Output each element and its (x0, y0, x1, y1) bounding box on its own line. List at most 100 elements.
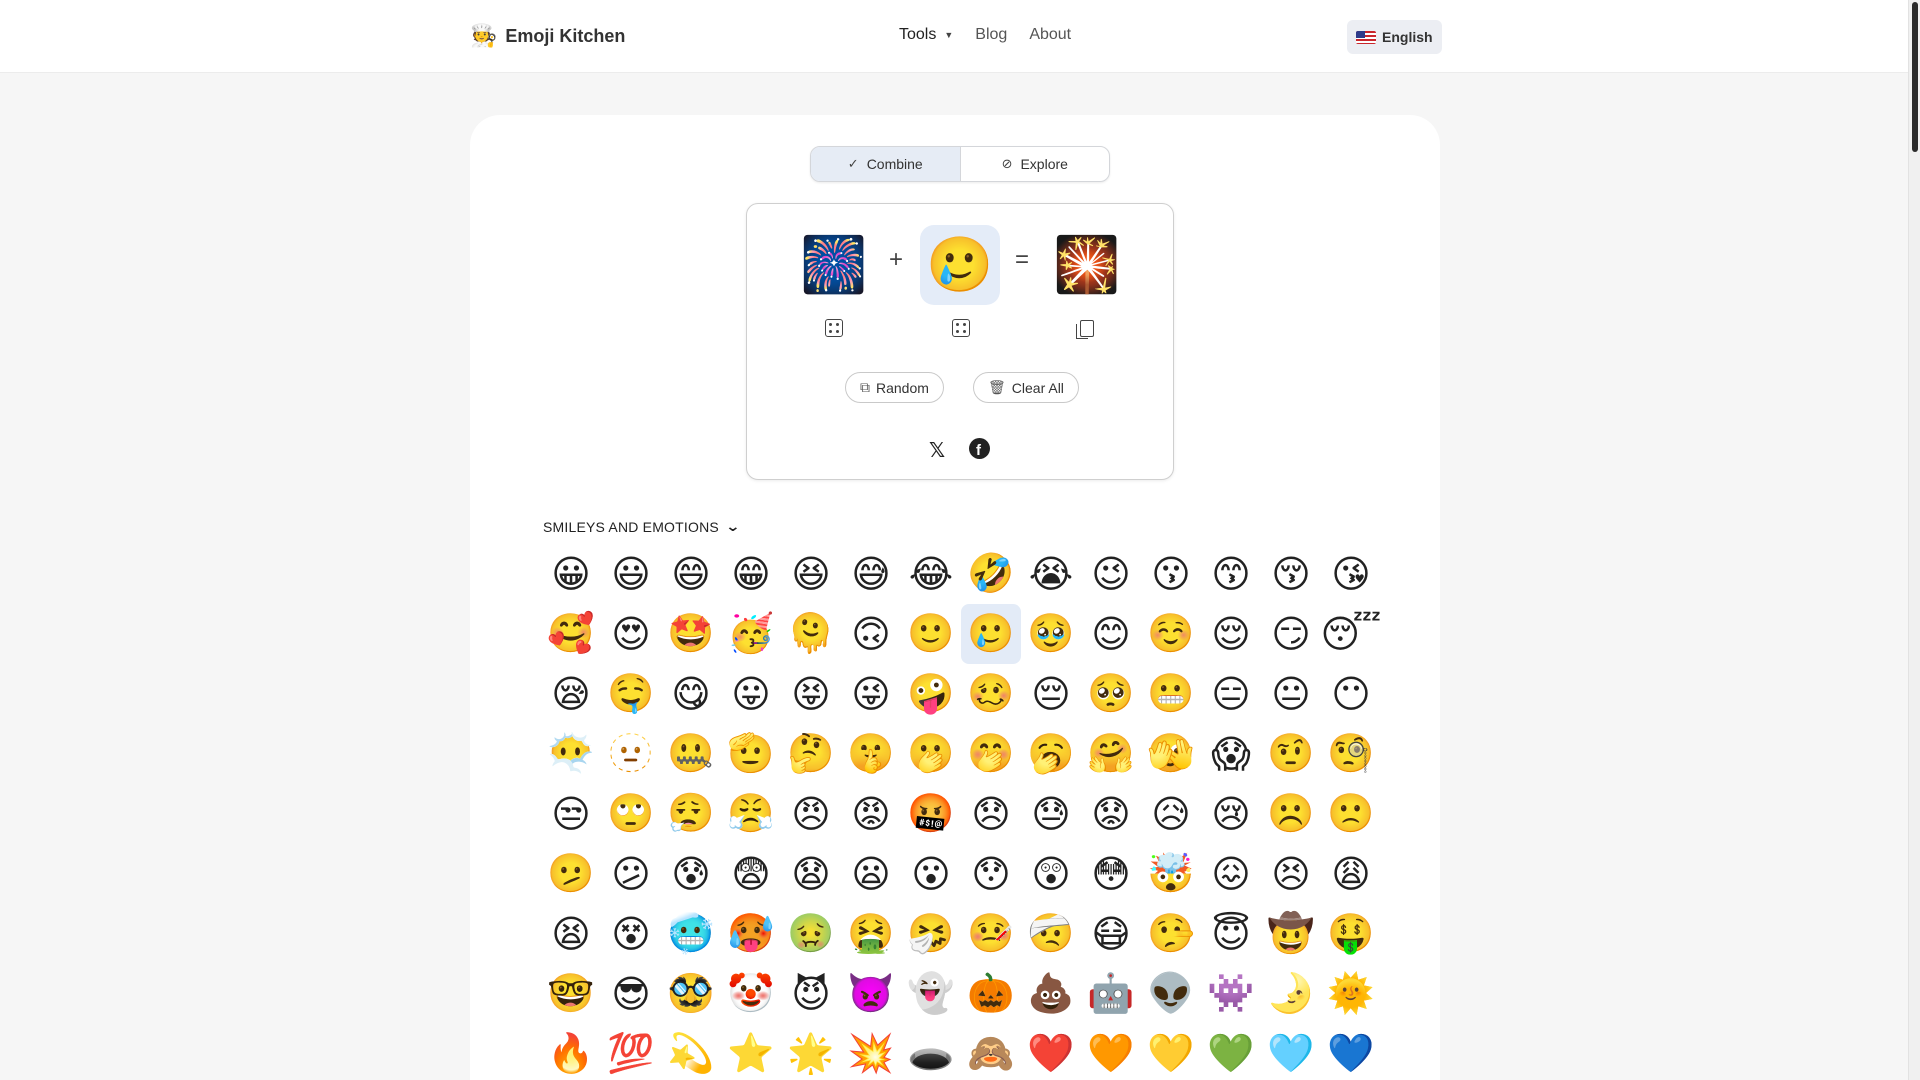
emoji-cell[interactable]: 🙄 (601, 784, 661, 844)
emoji-cell[interactable]: 🤨 (1261, 724, 1321, 784)
emoji-cell[interactable]: 🧡 (1081, 1024, 1141, 1080)
emoji-cell[interactable]: 🥹 (1021, 604, 1081, 664)
emoji-cell[interactable]: 😦 (841, 844, 901, 904)
emoji-cell[interactable]: 😈 (781, 964, 841, 1024)
nav-tools-dropdown[interactable]: Tools ▼ (899, 26, 953, 44)
emoji-cell[interactable]: 💩 (1021, 964, 1081, 1024)
facebook-share-icon[interactable]: f (969, 438, 990, 459)
emoji-cell[interactable]: 🌞 (1321, 964, 1381, 1024)
emoji-cell[interactable]: 😟 (1081, 784, 1141, 844)
emoji-cell[interactable]: 🙃 (841, 604, 901, 664)
emoji-cell[interactable]: 🧐 (1321, 724, 1381, 784)
emoji-cell[interactable]: 🙁 (1321, 784, 1381, 844)
emoji-cell[interactable]: 😂 (901, 544, 961, 604)
emoji-cell[interactable]: 🙂 (901, 604, 961, 664)
emoji-cell[interactable]: 🩵 (1261, 1024, 1321, 1080)
emoji-cell[interactable]: 🤓 (541, 964, 601, 1024)
emoji-cell[interactable]: 😑 (1201, 664, 1261, 724)
emoji-cell[interactable]: 😀 (541, 544, 601, 604)
emoji-cell[interactable]: 😪 (541, 664, 601, 724)
emoji-cell[interactable]: 🫣 (1141, 724, 1201, 784)
emoji-cell[interactable]: 👿 (841, 964, 901, 1024)
emoji-cell[interactable]: 🥱 (1021, 724, 1081, 784)
emoji-cell[interactable]: 😇 (1201, 904, 1261, 964)
emoji-cell[interactable]: 🤮 (841, 904, 901, 964)
emoji-cell[interactable]: 🤠 (1261, 904, 1321, 964)
emoji-cell[interactable]: 🤖 (1081, 964, 1141, 1024)
emoji-cell[interactable]: 😬 (1141, 664, 1201, 724)
emoji-cell[interactable]: 🤑 (1321, 904, 1381, 964)
emoji-cell[interactable]: 😁 (721, 544, 781, 604)
emoji-cell[interactable]: 👻 (901, 964, 961, 1024)
emoji-cell[interactable]: 🌟 (781, 1024, 841, 1080)
emoji-cell[interactable]: ⭐ (721, 1024, 781, 1080)
emoji-cell[interactable]: 💚 (1201, 1024, 1261, 1080)
emoji-cell[interactable]: 😘 (1321, 544, 1381, 604)
emoji-cell[interactable]: 🫢 (901, 724, 961, 784)
emoji-cell[interactable]: 🥸 (661, 964, 721, 1024)
dice-left-icon[interactable] (825, 319, 843, 337)
emoji-cell[interactable]: 😄 (661, 544, 721, 604)
emoji-cell[interactable]: 😚 (1261, 544, 1321, 604)
emoji-cell[interactable]: 😓 (1021, 784, 1081, 844)
random-button[interactable]: ⧉ Random (845, 372, 944, 403)
emoji-cell[interactable]: 🥲 (961, 604, 1021, 664)
emoji-cell[interactable]: 🥳 (721, 604, 781, 664)
emoji-cell[interactable]: 😏 (1261, 604, 1321, 664)
emoji-cell[interactable]: 😜 (841, 664, 901, 724)
emoji-cell[interactable]: 😝 (781, 664, 841, 724)
emoji-cell[interactable]: 😥 (1141, 784, 1201, 844)
emoji-cell[interactable]: 🤗 (1081, 724, 1141, 784)
emoji-cell[interactable]: 😙 (1201, 544, 1261, 604)
emoji-cell[interactable]: 😒 (541, 784, 601, 844)
emoji-cell[interactable]: 🥴 (961, 664, 1021, 724)
emoji-cell[interactable]: 😳 (1081, 844, 1141, 904)
clear-all-button[interactable]: 🗑 Clear All (973, 372, 1079, 403)
emoji-cell[interactable]: 😌 (1201, 604, 1261, 664)
emoji-cell[interactable]: 😎 (601, 964, 661, 1024)
dice-right-icon[interactable] (952, 319, 970, 337)
emoji-cell[interactable]: 💫 (661, 1024, 721, 1080)
emoji-cell[interactable]: 😡 (841, 784, 901, 844)
emoji-cell[interactable]: 🫠 (781, 604, 841, 664)
emoji-cell[interactable]: 😕 (601, 844, 661, 904)
emoji-cell[interactable]: 😮‍💨 (661, 784, 721, 844)
emoji-cell[interactable]: 😐 (1261, 664, 1321, 724)
emoji-cell[interactable]: 😃 (601, 544, 661, 604)
brand[interactable]: 🧑‍🍳 Emoji Kitchen (470, 22, 625, 50)
emoji-cell[interactable]: 💛 (1141, 1024, 1201, 1080)
emoji-cell[interactable]: 🤭 (961, 724, 1021, 784)
emoji-cell[interactable]: 😵 (601, 904, 661, 964)
emoji-cell[interactable]: 😆 (781, 544, 841, 604)
emoji-cell[interactable]: 🥰 (541, 604, 601, 664)
emoji-cell[interactable]: 🤬 (901, 784, 961, 844)
emoji-cell[interactable]: 🥵 (721, 904, 781, 964)
emoji-cell[interactable]: 😭 (1021, 544, 1081, 604)
emoji-cell[interactable]: 🤒 (961, 904, 1021, 964)
emoji-cell[interactable]: 👾 (1201, 964, 1261, 1024)
emoji-cell[interactable]: 🕳️ (901, 1024, 961, 1080)
emoji-cell[interactable]: ☺️ (1141, 604, 1201, 664)
emoji-cell[interactable]: 😧 (781, 844, 841, 904)
emoji-cell[interactable]: 😷 (1081, 904, 1141, 964)
page-scrollbar[interactable] (1908, 0, 1920, 1080)
emoji-cell[interactable]: 🤢 (781, 904, 841, 964)
emoji-cell[interactable]: 🤧 (901, 904, 961, 964)
emoji-cell[interactable]: 🤔 (781, 724, 841, 784)
emoji-cell[interactable]: 😋 (661, 664, 721, 724)
emoji-cell[interactable]: 🤐 (661, 724, 721, 784)
emoji-cell[interactable]: 🌛 (1261, 964, 1321, 1024)
emoji-cell[interactable]: 😰 (661, 844, 721, 904)
emoji-cell[interactable]: 😉 (1081, 544, 1141, 604)
emoji-cell[interactable]: 😠 (781, 784, 841, 844)
emoji-cell[interactable]: 😖 (1201, 844, 1261, 904)
nav-blog-link[interactable]: Blog (975, 26, 1007, 44)
emoji-cell[interactable]: 🤪 (901, 664, 961, 724)
emoji-cell[interactable]: 😴 (1321, 604, 1382, 664)
emoji-cell[interactable]: 😱 (1201, 724, 1261, 784)
emoji-cell[interactable]: 🤤 (601, 664, 661, 724)
emoji-cell[interactable]: 🤯 (1141, 844, 1201, 904)
emoji-cell[interactable]: 🎃 (961, 964, 1021, 1024)
tab-combine[interactable]: ✓ Combine (811, 147, 961, 181)
category-dropdown[interactable]: SMILEYS AND EMOTIONS ⌄ (543, 518, 740, 535)
